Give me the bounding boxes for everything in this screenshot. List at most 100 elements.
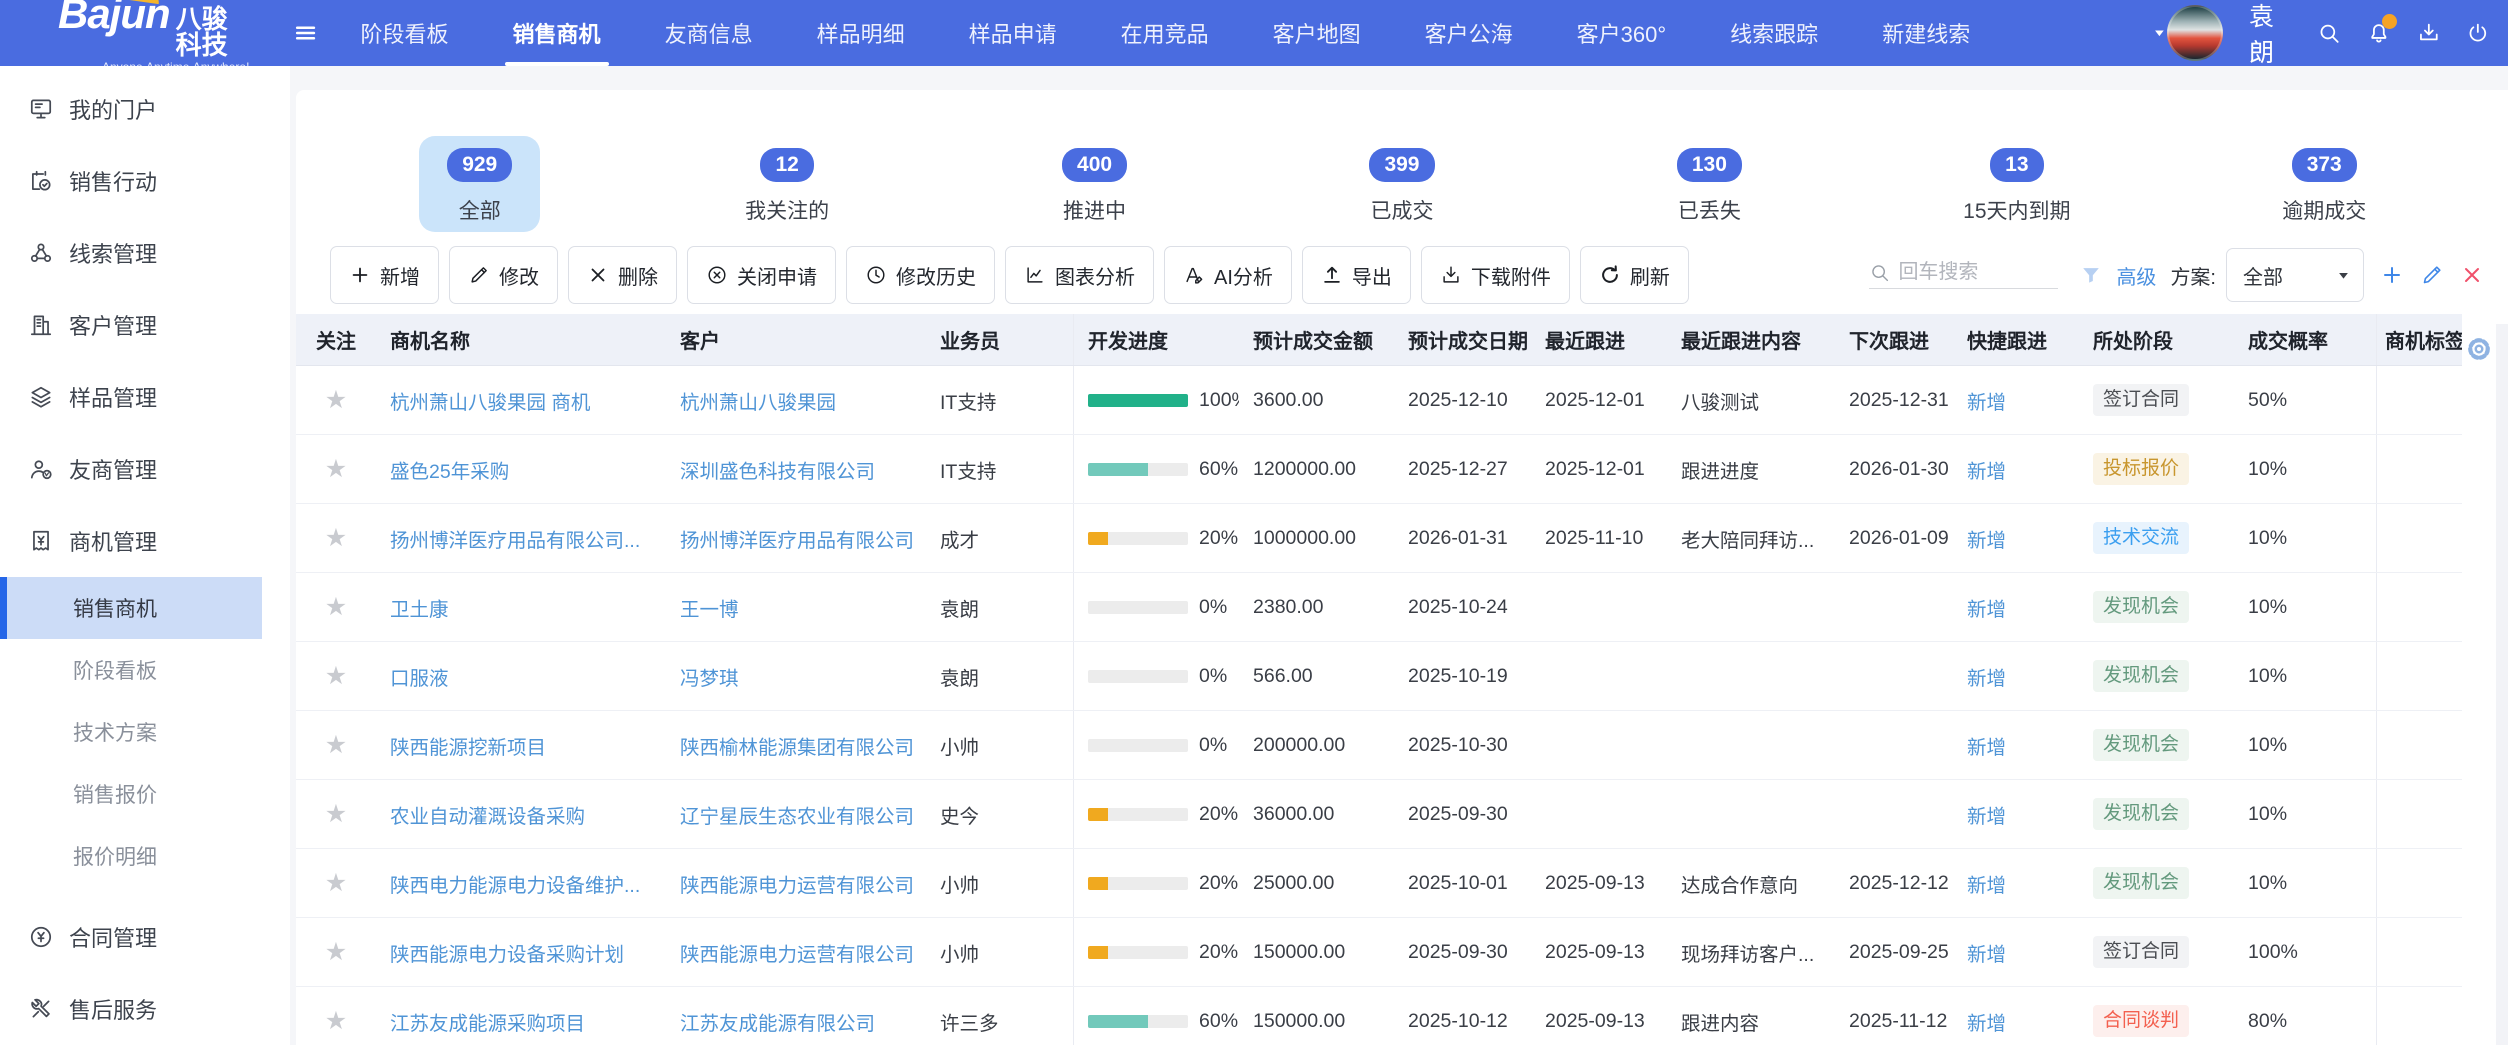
- quick-add-link[interactable]: 新增: [1967, 662, 2006, 691]
- star-icon[interactable]: ★: [325, 454, 347, 484]
- opportunity-name-link[interactable]: 盛色25年采购: [390, 455, 509, 484]
- download-center-icon[interactable]: [2417, 19, 2441, 47]
- stat-chip-已成交[interactable]: 399已成交: [1341, 136, 1462, 232]
- stat-chip-推进中[interactable]: 400推进中: [1034, 136, 1155, 232]
- sidebar-item-线索管理[interactable]: 线索管理: [0, 217, 290, 289]
- quick-add-link[interactable]: 新增: [1967, 1007, 2006, 1036]
- nav-item-在用竞品[interactable]: 在用竞品: [1119, 0, 1211, 66]
- quick-add-link[interactable]: 新增: [1967, 938, 2006, 967]
- customer-link[interactable]: 深圳盛色科技有限公司: [680, 455, 875, 484]
- customer-link[interactable]: 江苏友成能源有限公司: [680, 1007, 875, 1036]
- 关闭申请-button[interactable]: 关闭申请: [687, 246, 836, 304]
- opportunity-name-link[interactable]: 口服液: [390, 662, 449, 691]
- edit-scheme-icon[interactable]: [2420, 263, 2444, 287]
- star-icon[interactable]: ★: [325, 730, 347, 760]
- quick-add-link[interactable]: 新增: [1967, 524, 2006, 553]
- sidebar-subitem-阶段看板[interactable]: 阶段看板: [0, 639, 262, 701]
- search-input[interactable]: [1898, 261, 2058, 284]
- star-icon[interactable]: ★: [325, 868, 347, 898]
- quick-add-link[interactable]: 新增: [1967, 386, 2006, 415]
- quick-add-link[interactable]: 新增: [1967, 593, 2006, 622]
- sidebar-subitem-技术方案[interactable]: 技术方案: [0, 701, 262, 763]
- menu-toggle-icon[interactable]: [293, 16, 318, 50]
- opportunity-name-link[interactable]: 陕西能源挖新项目: [390, 731, 546, 760]
- 修改历史-button[interactable]: 修改历史: [846, 246, 995, 304]
- sidebar-item-样品管理[interactable]: 样品管理: [0, 361, 290, 433]
- customer-link[interactable]: 陕西能源电力运营有限公司: [680, 938, 914, 967]
- nav-item-友商信息[interactable]: 友商信息: [663, 0, 755, 66]
- star-icon[interactable]: ★: [325, 592, 347, 622]
- quick-add-link[interactable]: 新增: [1967, 800, 2006, 829]
- advanced-search-link[interactable]: 高级: [2116, 261, 2156, 290]
- stat-chip-我关注的[interactable]: 12我关注的: [717, 136, 857, 232]
- stat-chip-15天内到期[interactable]: 1315天内到期: [1935, 136, 2098, 232]
- column-settings-gear-icon[interactable]: [2464, 334, 2494, 364]
- nav-item-样品明细[interactable]: 样品明细: [815, 0, 907, 66]
- nav-more-caret-icon[interactable]: [2152, 23, 2167, 43]
- quick-add-link[interactable]: 新增: [1967, 869, 2006, 898]
- customer-link[interactable]: 杭州萧山八骏果园: [680, 386, 836, 415]
- sidebar-item-销售行动[interactable]: 销售行动: [0, 145, 290, 217]
- sidebar-item-客户管理[interactable]: 客户管理: [0, 289, 290, 361]
- stat-chip-全部[interactable]: 929全部: [419, 136, 540, 232]
- sidebar-item-售后服务[interactable]: 售后服务: [0, 973, 290, 1045]
- opportunity-name-link[interactable]: 杭州萧山八骏果园 商机: [390, 386, 590, 415]
- power-logout-icon[interactable]: [2466, 19, 2490, 47]
- opportunity-name-link[interactable]: 陕西能源电力设备采购计划: [390, 938, 624, 967]
- sidebar-item-商机管理[interactable]: 商机管理: [0, 505, 290, 577]
- notifications-bell-icon[interactable]: [2367, 19, 2391, 47]
- sidebar-item-我的门户[interactable]: 我的门户: [0, 73, 290, 145]
- customer-link[interactable]: 陕西榆林能源集团有限公司: [680, 731, 914, 760]
- customer-link[interactable]: 王一博: [680, 593, 739, 622]
- customer-link[interactable]: 陕西能源电力运营有限公司: [680, 869, 914, 898]
- vertical-scrollbar[interactable]: [2496, 324, 2508, 1045]
- star-icon[interactable]: ★: [325, 937, 347, 967]
- star-icon[interactable]: ★: [325, 799, 347, 829]
- opportunity-name-link[interactable]: 农业自动灌溉设备采购: [390, 800, 585, 829]
- 图表分析-button[interactable]: 图表分析: [1005, 246, 1154, 304]
- opportunity-name-link[interactable]: 陕西电力能源电力设备维护...: [390, 869, 640, 898]
- nav-item-样品申请[interactable]: 样品申请: [967, 0, 1059, 66]
- portal-icon: [28, 96, 54, 122]
- quick-add-link[interactable]: 新增: [1967, 731, 2006, 760]
- nav-item-销售商机[interactable]: 销售商机: [511, 0, 603, 66]
- add-scheme-icon[interactable]: [2380, 263, 2404, 287]
- opportunity-name-link[interactable]: 扬州博洋医疗用品有限公司...: [390, 524, 640, 553]
- nav-item-客户360°[interactable]: 客户360°: [1575, 0, 1669, 66]
- 下载附件-button[interactable]: 下载附件: [1421, 246, 1570, 304]
- star-icon[interactable]: ★: [325, 1006, 347, 1036]
- star-icon[interactable]: ★: [325, 661, 347, 691]
- sidebar-item-友商管理[interactable]: 友商管理: [0, 433, 290, 505]
- nav-item-线索跟踪[interactable]: 线索跟踪: [1728, 0, 1820, 66]
- filter-funnel-icon[interactable]: [2080, 264, 2102, 286]
- nav-item-客户地图[interactable]: 客户地图: [1271, 0, 1363, 66]
- search-icon[interactable]: [2317, 19, 2341, 47]
- star-icon[interactable]: ★: [325, 523, 347, 553]
- user-name[interactable]: 袁朗: [2249, 0, 2291, 69]
- scheme-select[interactable]: 全部: [2226, 248, 2364, 302]
- 删除-button[interactable]: 删除: [568, 246, 677, 304]
- 新增-button[interactable]: 新增: [330, 246, 439, 304]
- ai分析-button[interactable]: AI分析: [1164, 246, 1292, 304]
- nav-item-阶段看板[interactable]: 阶段看板: [359, 0, 451, 66]
- sidebar-subitem-销售报价[interactable]: 销售报价: [0, 763, 262, 825]
- star-icon[interactable]: ★: [325, 385, 347, 415]
- nav-item-新建线索[interactable]: 新建线索: [1880, 0, 1972, 66]
- quick-add-link[interactable]: 新增: [1967, 455, 2006, 484]
- nav-item-客户公海[interactable]: 客户公海: [1423, 0, 1515, 66]
- stat-chip-逾期成交[interactable]: 373逾期成交: [2254, 136, 2394, 232]
- customer-link[interactable]: 冯梦琪: [680, 662, 739, 691]
- 修改-button[interactable]: 修改: [449, 246, 558, 304]
- sidebar-subitem-报价明细[interactable]: 报价明细: [0, 825, 262, 887]
- sidebar-item-合同管理[interactable]: 合同管理: [0, 901, 290, 973]
- 导出-button[interactable]: 导出: [1302, 246, 1411, 304]
- opportunity-name-link[interactable]: 江苏友成能源采购项目: [390, 1007, 585, 1036]
- opportunity-name-link[interactable]: 卫土康: [390, 593, 449, 622]
- avatar[interactable]: [2167, 5, 2223, 61]
- customer-link[interactable]: 扬州博洋医疗用品有限公司: [680, 524, 914, 553]
- sidebar-subitem-销售商机[interactable]: 销售商机: [0, 577, 262, 639]
- delete-scheme-icon[interactable]: [2460, 263, 2484, 287]
- stat-chip-已丢失[interactable]: 130已丢失: [1649, 136, 1770, 232]
- 刷新-button[interactable]: 刷新: [1580, 246, 1689, 304]
- customer-link[interactable]: 辽宁星辰生态农业有限公司: [680, 800, 914, 829]
